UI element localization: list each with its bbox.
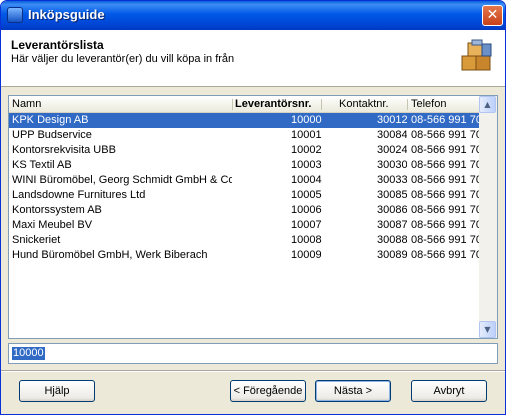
- table-row[interactable]: UPP Budservice 10001 30084 08-566 991 70: [9, 128, 479, 143]
- scroll-up-icon[interactable]: ▲: [479, 96, 496, 113]
- cell-supplier-number: 10007: [291, 219, 322, 231]
- cell-phone: 08-566 991 70: [411, 129, 479, 141]
- previous-button[interactable]: < Föregående: [230, 380, 306, 402]
- table-row[interactable]: KS Textil AB 10003 30030 08-566 991 70: [9, 158, 479, 173]
- cell-supplier-number: 10004: [291, 174, 322, 186]
- help-button[interactable]: Hjälp: [19, 380, 95, 402]
- cell-name: Maxi Meubel BV: [12, 219, 93, 231]
- cell-name: Snickeriet: [12, 234, 61, 246]
- cell-name: WINI Büromöbel, Georg Schmidt GmbH & Co.: [12, 174, 232, 186]
- cell-name: KS Textil AB: [12, 159, 72, 171]
- table-row[interactable]: Kontorsrekvisita UBB 10002 30024 08-566 …: [9, 143, 479, 158]
- table-row[interactable]: KPK Design AB 10000 30012 08-566 991 70: [9, 113, 479, 128]
- boxes-icon: [461, 39, 492, 71]
- col-divider[interactable]: [407, 99, 408, 110]
- table-row[interactable]: WINI Büromöbel, Georg Schmidt GmbH & Co.…: [9, 173, 479, 188]
- cell-supplier-number: 10003: [291, 159, 322, 171]
- cell-name: Kontorssystem AB: [12, 204, 102, 216]
- supplier-number-input[interactable]: 10000: [8, 343, 498, 364]
- cancel-button[interactable]: Avbryt: [411, 380, 487, 402]
- cell-contact-number: 30084: [377, 129, 407, 141]
- col-header-supplier-number[interactable]: Leverantörsnr.: [235, 96, 320, 112]
- col-header-contact-number[interactable]: Kontaktnr.: [339, 96, 404, 112]
- cell-supplier-number: 10006: [291, 204, 322, 216]
- close-button[interactable]: ✕: [482, 5, 503, 26]
- cell-supplier-number: 10005: [291, 189, 322, 201]
- cell-name: Hund Büromöbel GmbH, Werk Biberach: [12, 249, 208, 261]
- header-panel: Leverantörslista Här väljer du leverantö…: [1, 30, 505, 87]
- cell-phone: 08-566 991 70: [411, 204, 479, 216]
- cell-contact-number: 30087: [377, 219, 407, 231]
- cell-phone: 08-566 991 70: [411, 114, 479, 126]
- col-divider[interactable]: [232, 99, 233, 110]
- cell-contact-number: 30024: [377, 144, 407, 156]
- supplier-list[interactable]: Namn Leverantörsnr. Kontaktnr. Telefon K…: [8, 95, 498, 339]
- scroll-down-icon[interactable]: ▼: [479, 321, 496, 338]
- cell-phone: 08-566 991 70: [411, 234, 479, 246]
- title-bar[interactable]: Inköpsguide ✕: [1, 1, 505, 30]
- col-header-phone[interactable]: Telefon: [411, 96, 477, 112]
- cell-supplier-number: 10001: [291, 129, 322, 141]
- app-icon: [7, 7, 23, 23]
- divider: [1, 370, 505, 372]
- cell-name: Landsdowne Furnitures Ltd: [12, 189, 146, 201]
- table-row[interactable]: Kontorssystem AB 10006 30086 08-566 991 …: [9, 203, 479, 218]
- table-row[interactable]: Landsdowne Furnitures Ltd 10005 30085 08…: [9, 188, 479, 203]
- table-row[interactable]: Hund Büromöbel GmbH, Werk Biberach 10009…: [9, 248, 479, 263]
- cell-supplier-number: 10009: [291, 249, 322, 261]
- cell-contact-number: 30086: [377, 204, 407, 216]
- cell-supplier-number: 10000: [291, 114, 322, 126]
- cell-phone: 08-566 991 70: [411, 144, 479, 156]
- cell-phone: 08-566 991 70: [411, 249, 479, 261]
- cell-contact-number: 30085: [377, 189, 407, 201]
- table-row[interactable]: Snickeriet 10008 30088 08-566 991 70: [9, 233, 479, 248]
- col-divider[interactable]: [321, 99, 322, 110]
- page-subtitle: Här väljer du leverantör(er) du vill köp…: [11, 53, 235, 65]
- cell-phone: 08-566 991 70: [411, 159, 479, 171]
- col-header-name[interactable]: Namn: [12, 96, 232, 112]
- cell-supplier-number: 10002: [291, 144, 322, 156]
- cell-phone: 08-566 991 70: [411, 174, 479, 186]
- page-title: Leverantörslista: [11, 38, 104, 52]
- next-button[interactable]: Nästa >: [315, 380, 391, 402]
- wizard-window: Inköpsguide ✕ Leverantörslista Här välje…: [0, 0, 506, 415]
- cell-name: UPP Budservice: [12, 129, 92, 141]
- cell-name: KPK Design AB: [12, 114, 89, 126]
- cell-phone: 08-566 991 70: [411, 219, 479, 231]
- cell-contact-number: 30012: [377, 114, 407, 126]
- cell-supplier-number: 10008: [291, 234, 322, 246]
- input-value: 10000: [12, 347, 45, 360]
- cell-contact-number: 30088: [377, 234, 407, 246]
- table-row[interactable]: Maxi Meubel BV 10007 30087 08-566 991 70: [9, 218, 479, 233]
- cell-name: Kontorsrekvisita UBB: [12, 144, 116, 156]
- cell-contact-number: 30089: [377, 249, 407, 261]
- cell-contact-number: 30030: [377, 159, 407, 171]
- cell-contact-number: 30033: [377, 174, 407, 186]
- cell-phone: 08-566 991 70: [411, 189, 479, 201]
- window-title: Inköpsguide: [28, 7, 105, 22]
- list-header: Namn Leverantörsnr. Kontaktnr. Telefon: [9, 96, 479, 113]
- vertical-scrollbar[interactable]: ▲ ▼: [479, 96, 497, 338]
